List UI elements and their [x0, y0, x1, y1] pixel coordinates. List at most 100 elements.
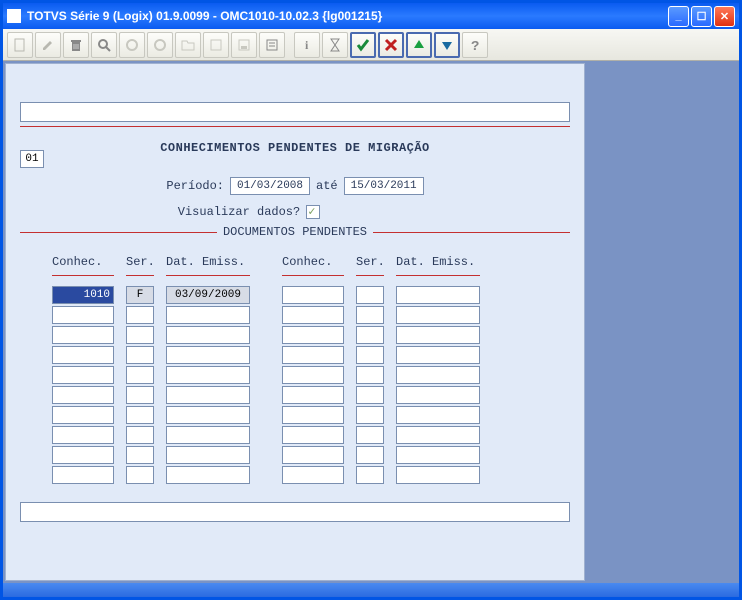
first-icon[interactable]: [119, 32, 145, 58]
hourglass-icon[interactable]: [322, 32, 348, 58]
cell-conhec[interactable]: [52, 426, 114, 444]
cell-dat[interactable]: [396, 366, 480, 384]
cell-dat[interactable]: [396, 446, 480, 464]
cell-ser[interactable]: [356, 306, 384, 324]
cell-ser[interactable]: [356, 446, 384, 464]
cancel-icon[interactable]: [378, 32, 404, 58]
cell-conhec[interactable]: [52, 386, 114, 404]
cell-conhec[interactable]: [282, 366, 344, 384]
top-text-field[interactable]: [20, 102, 570, 122]
info-icon[interactable]: i: [294, 32, 320, 58]
cell-conhec[interactable]: [52, 326, 114, 344]
cell-ser[interactable]: [126, 346, 154, 364]
cell-ser[interactable]: [126, 306, 154, 324]
cell-conhec[interactable]: [282, 346, 344, 364]
table-row[interactable]: [282, 346, 480, 364]
table-row[interactable]: [52, 426, 250, 444]
cell-conhec[interactable]: [282, 406, 344, 424]
new-icon[interactable]: [7, 32, 33, 58]
cell-conhec[interactable]: [52, 306, 114, 324]
up-icon[interactable]: [406, 32, 432, 58]
confirm-icon[interactable]: [350, 32, 376, 58]
date-to-field[interactable]: 15/03/2011: [344, 177, 424, 195]
table-row[interactable]: [52, 306, 250, 324]
down-icon[interactable]: [434, 32, 460, 58]
cell-dat[interactable]: [396, 306, 480, 324]
cell-ser[interactable]: [356, 406, 384, 424]
table-row[interactable]: [282, 326, 480, 344]
table-row[interactable]: [282, 426, 480, 444]
cell-ser[interactable]: [356, 286, 384, 304]
cell-conhec[interactable]: [282, 306, 344, 324]
cell-ser[interactable]: [356, 366, 384, 384]
cell-conhec[interactable]: [282, 466, 344, 484]
cell-conhec[interactable]: [52, 406, 114, 424]
cell-dat[interactable]: [166, 446, 250, 464]
cell-dat[interactable]: [166, 386, 250, 404]
status-text-field[interactable]: [20, 502, 570, 522]
table-row[interactable]: [52, 366, 250, 384]
help-icon[interactable]: ?: [462, 32, 488, 58]
table-row[interactable]: [52, 326, 250, 344]
table-row[interactable]: [282, 406, 480, 424]
minimize-button[interactable]: _: [668, 6, 689, 27]
company-code-field[interactable]: 01: [20, 150, 44, 168]
cell-dat[interactable]: [396, 406, 480, 424]
cell-conhec[interactable]: [52, 466, 114, 484]
table-row[interactable]: [282, 286, 480, 304]
cell-conhec[interactable]: [282, 286, 344, 304]
saveas-icon[interactable]: [231, 32, 257, 58]
save-icon[interactable]: [203, 32, 229, 58]
cell-ser[interactable]: [126, 426, 154, 444]
table-row[interactable]: [282, 466, 480, 484]
search-icon[interactable]: [91, 32, 117, 58]
cell-dat[interactable]: [396, 386, 480, 404]
close-button[interactable]: ✕: [714, 6, 735, 27]
find-icon[interactable]: [259, 32, 285, 58]
cell-ser[interactable]: [126, 386, 154, 404]
delete-icon[interactable]: [63, 32, 89, 58]
cell-dat[interactable]: [396, 346, 480, 364]
cell-dat[interactable]: [396, 326, 480, 344]
table-row[interactable]: [282, 366, 480, 384]
cell-dat[interactable]: [166, 406, 250, 424]
cell-ser[interactable]: [126, 446, 154, 464]
cell-conhec[interactable]: [52, 446, 114, 464]
cell-dat[interactable]: [166, 466, 250, 484]
visualize-checkbox[interactable]: [306, 205, 320, 219]
cell-dat[interactable]: 03/09/2009: [166, 286, 250, 304]
prev-icon[interactable]: [147, 32, 173, 58]
cell-dat[interactable]: [166, 326, 250, 344]
cell-dat[interactable]: [166, 426, 250, 444]
cell-ser[interactable]: [126, 406, 154, 424]
date-from-field[interactable]: 01/03/2008: [230, 177, 310, 195]
cell-conhec[interactable]: [282, 426, 344, 444]
cell-dat[interactable]: [396, 466, 480, 484]
table-row[interactable]: 1010 F 03/09/2009: [52, 286, 250, 304]
cell-ser[interactable]: F: [126, 286, 154, 304]
cell-dat[interactable]: [396, 426, 480, 444]
table-row[interactable]: [52, 346, 250, 364]
table-row[interactable]: [52, 386, 250, 404]
cell-ser[interactable]: [126, 366, 154, 384]
table-row[interactable]: [282, 446, 480, 464]
cell-ser[interactable]: [356, 426, 384, 444]
cell-ser[interactable]: [126, 466, 154, 484]
cell-conhec[interactable]: 1010: [52, 286, 114, 304]
edit-icon[interactable]: [35, 32, 61, 58]
cell-ser[interactable]: [356, 326, 384, 344]
cell-conhec[interactable]: [282, 386, 344, 404]
cell-conhec[interactable]: [282, 326, 344, 344]
table-row[interactable]: [52, 406, 250, 424]
cell-dat[interactable]: [396, 286, 480, 304]
cell-conhec[interactable]: [52, 346, 114, 364]
table-row[interactable]: [282, 306, 480, 324]
cell-dat[interactable]: [166, 306, 250, 324]
cell-ser[interactable]: [356, 386, 384, 404]
table-row[interactable]: [282, 386, 480, 404]
cell-conhec[interactable]: [52, 366, 114, 384]
cell-ser[interactable]: [356, 346, 384, 364]
open-icon[interactable]: [175, 32, 201, 58]
cell-dat[interactable]: [166, 366, 250, 384]
cell-ser[interactable]: [126, 326, 154, 344]
